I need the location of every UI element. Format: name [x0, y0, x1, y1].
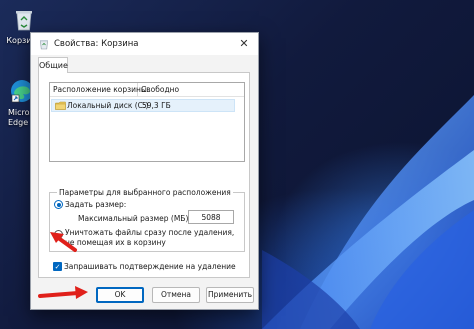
- drive-free-space: 59,3 ГБ: [142, 101, 171, 110]
- max-size-label: Максимальный размер (МБ):: [78, 214, 191, 223]
- close-button[interactable]: ✕: [234, 35, 254, 53]
- recycle-bin-icon: [40, 40, 48, 50]
- recycle-bin-properties-dialog: Свойства: Корзина ✕ Общие Расположение к…: [30, 32, 259, 310]
- tab-general[interactable]: Общие: [38, 57, 68, 73]
- set-size-label[interactable]: Задать размер:: [65, 199, 126, 210]
- confirm-delete-label[interactable]: Запрашивать подтверждение на удаление: [64, 261, 236, 272]
- column-header-free[interactable]: Свободно: [138, 83, 244, 97]
- params-group: Параметры для выбранного расположения За…: [49, 187, 245, 252]
- cancel-button[interactable]: Отмена: [152, 287, 200, 303]
- delete-immediately-radio[interactable]: [54, 230, 63, 239]
- close-icon: ✕: [239, 37, 249, 50]
- tab-page-general: Расположение корзины Свободно Локальный …: [38, 72, 250, 278]
- column-header-location[interactable]: Расположение корзины: [50, 83, 147, 97]
- recycle-bin-icon: [16, 11, 32, 31]
- ok-button[interactable]: OK: [96, 287, 144, 303]
- checkmark-icon: ✓: [54, 263, 61, 271]
- dialog-title: Свойства: Корзина: [54, 39, 139, 49]
- title-bar[interactable]: Свойства: Корзина ✕: [31, 33, 258, 55]
- drive-name: Локальный диск (C:): [67, 101, 149, 110]
- set-size-radio[interactable]: [54, 200, 63, 209]
- max-size-input[interactable]: [188, 210, 234, 224]
- drive-icon: [55, 101, 66, 110]
- delete-immediately-label[interactable]: Уничтожать файлы сразу после удаления, н…: [65, 228, 243, 248]
- list-item[interactable]: Локальный диск (C:) 59,3 ГБ: [51, 99, 235, 112]
- confirm-delete-checkbox[interactable]: ✓: [53, 262, 62, 271]
- apply-button[interactable]: Применить: [206, 287, 254, 303]
- params-group-legend: Параметры для выбранного расположения: [57, 187, 233, 198]
- recycle-bin-locations-list[interactable]: Расположение корзины Свободно Локальный …: [49, 82, 245, 162]
